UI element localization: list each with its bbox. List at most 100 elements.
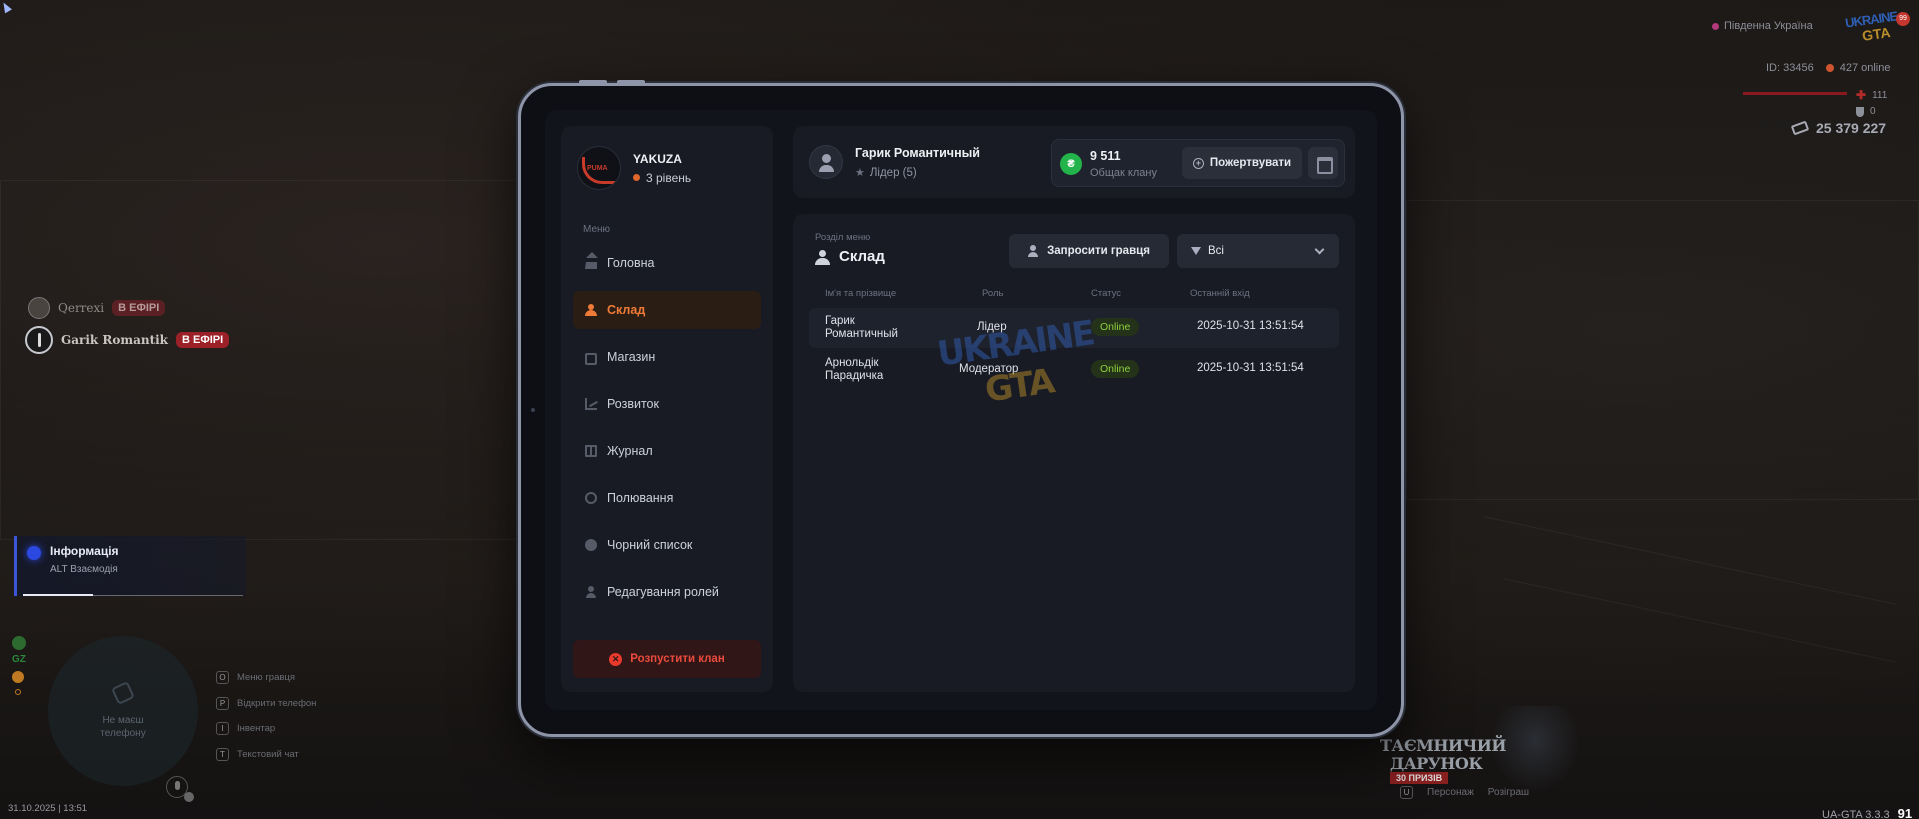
clan-menu: Головна Склад Магазин Розвиток Журнал По… [573, 244, 761, 620]
bank-caption: Общак клану [1090, 167, 1157, 179]
menu-item-home[interactable]: Головна [573, 244, 761, 282]
info-icon [27, 546, 41, 560]
block-icon [585, 539, 597, 551]
member-name: Арнольдік Парадичка [825, 357, 884, 382]
promo-footer-b: Розіграш [1487, 787, 1530, 798]
promo-tag: 30 ПРИЗІВ [1390, 772, 1449, 784]
section-title-label: Склад [839, 248, 885, 265]
menu-item-development[interactable]: Розвиток [573, 385, 761, 423]
logo-badge: 99 [1896, 12, 1910, 26]
promo-footer-a: Персонаж [1427, 787, 1474, 798]
menu-item-blacklist[interactable]: Чорний список [573, 526, 761, 564]
menu-item-label: Склад [607, 303, 646, 317]
clan-bank: ₴ 9 511 Общак клану + Пожертвувати [1051, 139, 1345, 187]
avatar [28, 297, 50, 319]
notification-title: Інформація [50, 544, 119, 558]
table-row[interactable]: Арнольдік Парадичка Модератор Online 202… [809, 350, 1339, 390]
wall-panel [1406, 200, 1919, 500]
status-badge: Online [1091, 360, 1140, 378]
clan-sidebar: PUMA YAKUZA 3 рівень Меню Головна Склад … [561, 126, 773, 692]
wall-panel [0, 180, 520, 540]
menu-item-edit-roles[interactable]: Редагування ролей [573, 573, 761, 611]
notification-subtitle: ALT Взаємодія [50, 564, 118, 575]
online-icon [1825, 64, 1834, 72]
dissolve-clan-label: Розпустити клан [630, 653, 725, 665]
menu-item-shop[interactable]: Магазин [573, 338, 761, 376]
menu-item-label: Журнал [607, 444, 653, 458]
star-icon: ★ [855, 167, 865, 179]
on-air-badge: В ЕФІРІ [112, 300, 166, 316]
member-last-login: 2025-10-31 13:51:54 [1197, 362, 1304, 374]
table-row[interactable]: Гарик Романтичный Лідер Online 2025-10-3… [809, 308, 1339, 348]
column-header: Статус [1091, 288, 1122, 299]
invite-player-button[interactable]: Запросити гравця [1009, 234, 1169, 268]
status-circle-icon [12, 671, 24, 683]
menu-caption: Меню [583, 224, 611, 235]
group-icon [815, 249, 831, 265]
menu-item-journal[interactable]: Журнал [573, 432, 761, 470]
zone-indicators: GZ [12, 636, 26, 695]
avatar [25, 326, 53, 354]
promo-banner[interactable]: ТАЄМНИЧИЙ ДАРУНОК 30 ПРИЗІВ U Персонаж Р… [1370, 706, 1580, 806]
clan-logo: PUMA [577, 146, 621, 190]
on-air-badge: В ЕФІРІ [176, 332, 230, 348]
server-logo: UKRAINE GTA 99 [1840, 6, 1910, 46]
key-hint: O Меню гравця [216, 671, 295, 684]
fps-value: 91 [1897, 806, 1913, 819]
menu-item-label: Редагування ролей [607, 585, 719, 599]
donate-label: Пожертвувати [1209, 157, 1292, 169]
date-time: 31.10.2025 | 13:51 [8, 803, 88, 814]
plus-circle-icon: + [1192, 157, 1204, 169]
cash-icon [1790, 120, 1810, 136]
notification-progress [23, 594, 243, 596]
hint-label: Інвентар [237, 723, 276, 734]
health-value: 111 [1872, 89, 1888, 101]
online-count: 427 online [1839, 62, 1891, 74]
people-icon [585, 304, 597, 316]
chevron-down-icon [1314, 244, 1325, 255]
donate-button[interactable]: + Пожертвувати [1182, 147, 1302, 179]
health-readout: ✚ 111 [1856, 88, 1887, 102]
menu-item-hunting[interactable]: Полювання [573, 479, 761, 517]
hint-key: O [216, 671, 229, 684]
status-circle-icon [12, 636, 26, 650]
column-header: Роль [982, 288, 1004, 299]
armor-value: 0 [1870, 106, 1876, 117]
section-title: Склад [815, 248, 885, 265]
minimap: Не маєш телефону [48, 636, 198, 786]
health-bar [1743, 92, 1847, 95]
version-readout: UA-GTA 3.3.3 91 [1822, 806, 1912, 819]
member-header: Гарик Романтичный ★ Лідер (5) ₴ 9 511 Об… [793, 126, 1355, 198]
money-readout: 25 379 227 [1790, 120, 1886, 136]
key-hint: I Інвентар [216, 722, 275, 735]
status-ring-icon [15, 689, 21, 695]
clan-level: 3 рівень [633, 171, 691, 185]
hud-player-id: ID: 33456 427 online [1766, 62, 1890, 74]
menu-item-label: Магазин [607, 350, 656, 364]
camera-icon [531, 408, 535, 412]
target-icon [585, 492, 597, 504]
dissolve-clan-button[interactable]: ✕ Розпустити клан [573, 640, 761, 678]
member-role: Лідер [977, 321, 1007, 333]
level-dot-icon [633, 174, 640, 181]
warehouse-panel: Розділ меню Склад Запросити гравця Всі І… [793, 214, 1355, 692]
filter-select[interactable]: Всі [1177, 234, 1339, 268]
status-badge: Online [1091, 318, 1140, 336]
member-role: Модератор [959, 363, 1019, 375]
hint-key: T [216, 748, 229, 761]
clan-level-label: 3 рівень [646, 170, 692, 185]
book-icon [585, 445, 597, 457]
member-last-login: 2025-10-31 13:51:54 [1197, 320, 1304, 332]
player-id: ID: 33456 [1766, 62, 1814, 74]
tablet-device: PUMA YAKUZA 3 рівень Меню Головна Склад … [518, 80, 1404, 737]
user-icon [585, 586, 597, 598]
user-role-label: Лідер (5) [869, 166, 917, 179]
invite-label: Запросити гравця [1047, 245, 1150, 257]
promo-title-1: ТАЄМНИЧИЙ [1380, 736, 1506, 755]
menu-item-warehouse[interactable]: Склад [573, 291, 761, 329]
version-label: UA-GTA 3.3.3 [1822, 809, 1890, 819]
location-label: Південна Україна [1724, 20, 1813, 32]
calendar-button[interactable] [1308, 147, 1338, 179]
shield-icon [1856, 106, 1864, 117]
clan-logo-text: PUMA [587, 165, 608, 172]
